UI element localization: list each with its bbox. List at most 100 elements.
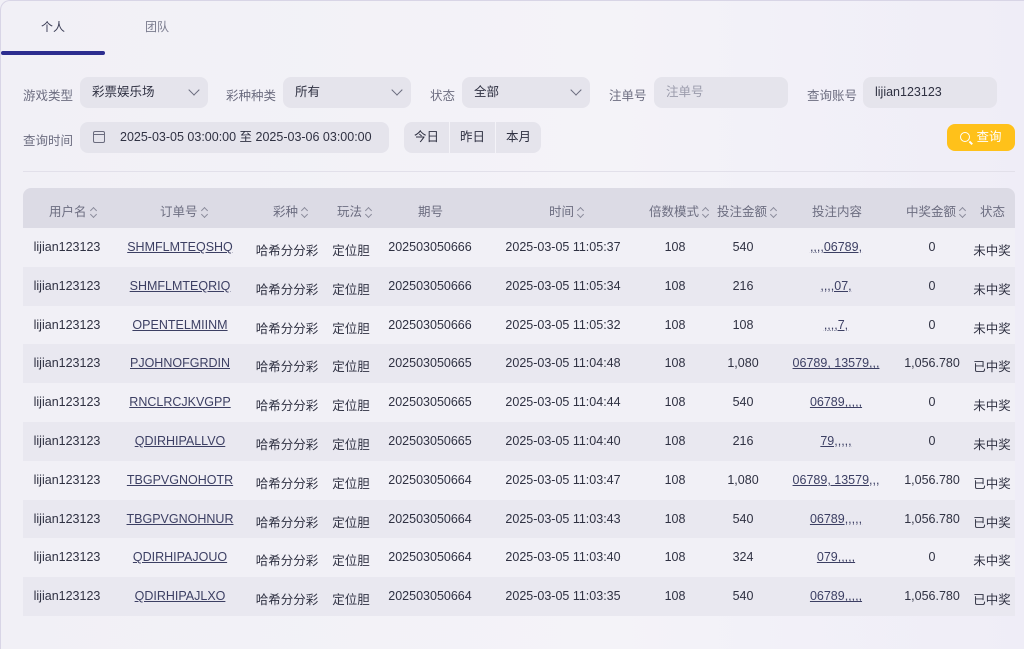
column-header-order[interactable]: 订单号 xyxy=(160,201,208,220)
sort-icon xyxy=(301,207,308,217)
cell-multiple: 108 xyxy=(664,433,686,448)
tab-personal[interactable]: 个人 xyxy=(1,18,105,35)
cell-lottery: 哈希分分彩 xyxy=(255,282,319,297)
cell-order-link[interactable]: TBGPVGNOHNUR xyxy=(127,512,234,526)
this-month-button[interactable]: 本月 xyxy=(496,122,541,153)
cell-amount: 1,080 xyxy=(727,356,759,371)
calendar-icon xyxy=(92,131,106,143)
game-type-select[interactable]: 彩票娱乐场 xyxy=(80,77,208,108)
cell-status: 已中奖 xyxy=(973,360,1011,375)
cell-status: 已中奖 xyxy=(973,476,1011,491)
column-header-multiple[interactable]: 倍数模式 xyxy=(649,201,709,220)
cell-play: 定位胆 xyxy=(332,515,370,530)
cell-win-amount: 0 xyxy=(928,240,936,254)
cell-content-link[interactable]: 06789,,,,, xyxy=(810,589,862,603)
cell-amount: 540 xyxy=(732,240,754,254)
cell-order-link[interactable]: SHMFLMTEQSHQ xyxy=(127,240,233,254)
column-header-win[interactable]: 中奖金额 xyxy=(906,201,966,220)
cell-amount: 1,080 xyxy=(727,472,759,487)
cell-issue: 202503050665 xyxy=(388,395,472,410)
cell-order-link[interactable]: QDIRHIPAJOUO xyxy=(133,550,227,564)
cell-time: 2025-03-05 11:05:34 xyxy=(505,278,621,293)
time-label: 查询时间 xyxy=(23,134,74,148)
account-input[interactable]: lijian123123 xyxy=(863,77,997,108)
cell-content-link[interactable]: 06789,,,,, xyxy=(810,395,862,409)
cell-lottery: 哈希分分彩 xyxy=(255,437,319,452)
table-row: lijian123123 QDIRHIPAJOUO 哈希分分彩 定位胆 20250305… xyxy=(23,538,1015,578)
sort-icon xyxy=(770,207,777,217)
cell-content-link[interactable]: 079,,,,, xyxy=(817,550,855,564)
cell-time: 2025-03-05 11:03:35 xyxy=(505,589,621,604)
column-header-username[interactable]: 用户名 xyxy=(49,201,97,220)
search-button-label: 查询 xyxy=(976,130,1002,144)
cell-time: 2025-03-05 11:04:48 xyxy=(505,356,621,371)
cell-order-link[interactable]: TBGPVGNOHOTR xyxy=(127,473,233,487)
cell-lottery: 哈希分分彩 xyxy=(255,476,319,491)
cell-order-link[interactable]: OPENTELMIINM xyxy=(132,318,227,332)
sort-icon xyxy=(201,207,208,217)
cell-time: 2025-03-05 11:04:40 xyxy=(505,433,621,448)
date-range-picker[interactable]: 2025-03-05 03:00:00 至 2025-03-06 03:00:0… xyxy=(80,122,389,153)
cell-status: 未中奖 xyxy=(973,321,1011,336)
table-body: lijian123123 SHMFLMTEQSHQ 哈希分分彩 定位胆 20250305… xyxy=(23,228,1015,616)
cell-order-link[interactable]: PJOHNOFGRDIN xyxy=(130,356,230,370)
table-row: lijian123123 PJOHNOFGRDIN 哈希分分彩 定位胆 20250305… xyxy=(23,344,1015,384)
cell-time: 2025-03-05 11:04:44 xyxy=(505,395,621,410)
cell-content-link[interactable]: 79,,,,, xyxy=(820,434,851,448)
date-range-value: 2025-03-05 03:00:00 至 2025-03-06 03:00:0… xyxy=(120,130,372,144)
bet-records-table: 用户名 订单号 彩种 玩法 期号 时间 倍数模式 投注金额 投注内容 中奖金额 … xyxy=(23,188,1015,616)
column-header-play[interactable]: 玩法 xyxy=(337,201,372,220)
cell-order-link[interactable]: RNCLRCJKVGPP xyxy=(129,395,230,409)
cell-username: lijian123123 xyxy=(33,317,101,332)
cell-time: 2025-03-05 11:03:47 xyxy=(505,472,621,487)
cell-time: 2025-03-05 11:05:37 xyxy=(505,240,621,254)
cell-lottery: 哈希分分彩 xyxy=(255,399,319,414)
tab-bar: 个人 团队 xyxy=(1,1,1024,55)
column-header-time[interactable]: 时间 xyxy=(549,201,584,220)
column-label: 时间 xyxy=(549,205,575,219)
cell-amount: 540 xyxy=(732,511,754,526)
order-no-label: 注单号 xyxy=(609,89,647,103)
status-select[interactable]: 全部 xyxy=(462,77,590,108)
column-header-lottery[interactable]: 彩种 xyxy=(273,201,308,220)
table-row: lijian123123 SHMFLMTEQSHQ 哈希分分彩 定位胆 20250305… xyxy=(23,228,1015,267)
today-button[interactable]: 今日 xyxy=(404,122,451,153)
cell-issue: 202503050666 xyxy=(388,240,472,254)
tab-team[interactable]: 团队 xyxy=(105,18,209,35)
lottery-kind-select[interactable]: 所有 xyxy=(283,77,411,108)
cell-amount: 216 xyxy=(732,278,754,293)
cell-multiple: 108 xyxy=(664,511,686,526)
cell-username: lijian123123 xyxy=(33,278,101,293)
quick-date-group: 今日 昨日 本月 xyxy=(404,122,542,153)
cell-amount: 540 xyxy=(732,589,754,604)
table-row: lijian123123 RNCLRCJKVGPP 哈希分分彩 定位胆 20250305… xyxy=(23,383,1015,422)
order-no-input[interactable]: 注单号 xyxy=(654,77,788,108)
cell-multiple: 108 xyxy=(664,317,686,332)
cell-content-link[interactable]: ,,,,07, xyxy=(820,279,851,293)
yesterday-button[interactable]: 昨日 xyxy=(450,122,497,153)
column-header-status: 状态 xyxy=(980,205,1006,219)
cell-content-link[interactable]: ,,,,06789, xyxy=(810,240,862,254)
cell-issue: 202503050665 xyxy=(388,356,472,371)
cell-multiple: 108 xyxy=(664,240,686,254)
cell-play: 定位胆 xyxy=(332,437,370,452)
cell-username: lijian123123 xyxy=(33,511,101,526)
cell-play: 定位胆 xyxy=(332,360,370,375)
search-button[interactable]: 查询 xyxy=(947,124,1015,151)
cell-content-link[interactable]: ,,,,7, xyxy=(824,318,848,332)
cell-play: 定位胆 xyxy=(332,399,370,414)
lottery-kind-label: 彩种种类 xyxy=(226,89,277,103)
cell-order-link[interactable]: QDIRHIPALLVO xyxy=(135,434,226,448)
column-label: 用户名 xyxy=(49,205,87,219)
cell-content-link[interactable]: 06789, 13579,,, xyxy=(793,473,880,487)
cell-amount: 324 xyxy=(732,550,754,565)
cell-content-link[interactable]: 06789, 13579,,, xyxy=(793,356,880,370)
status-label: 状态 xyxy=(430,89,456,103)
cell-play: 定位胆 xyxy=(332,593,370,608)
column-header-content: 投注内容 xyxy=(812,205,863,219)
table-row: lijian123123 TBGPVGNOHOTR 哈希分分彩 定位胆 20250305… xyxy=(23,460,1015,500)
cell-content-link[interactable]: 06789,,,,, xyxy=(810,512,862,526)
cell-order-link[interactable]: SHMFLMTEQRIQ xyxy=(130,279,231,293)
cell-order-link[interactable]: QDIRHIPAJLXO xyxy=(135,589,226,603)
column-header-amount[interactable]: 投注金额 xyxy=(717,201,777,220)
